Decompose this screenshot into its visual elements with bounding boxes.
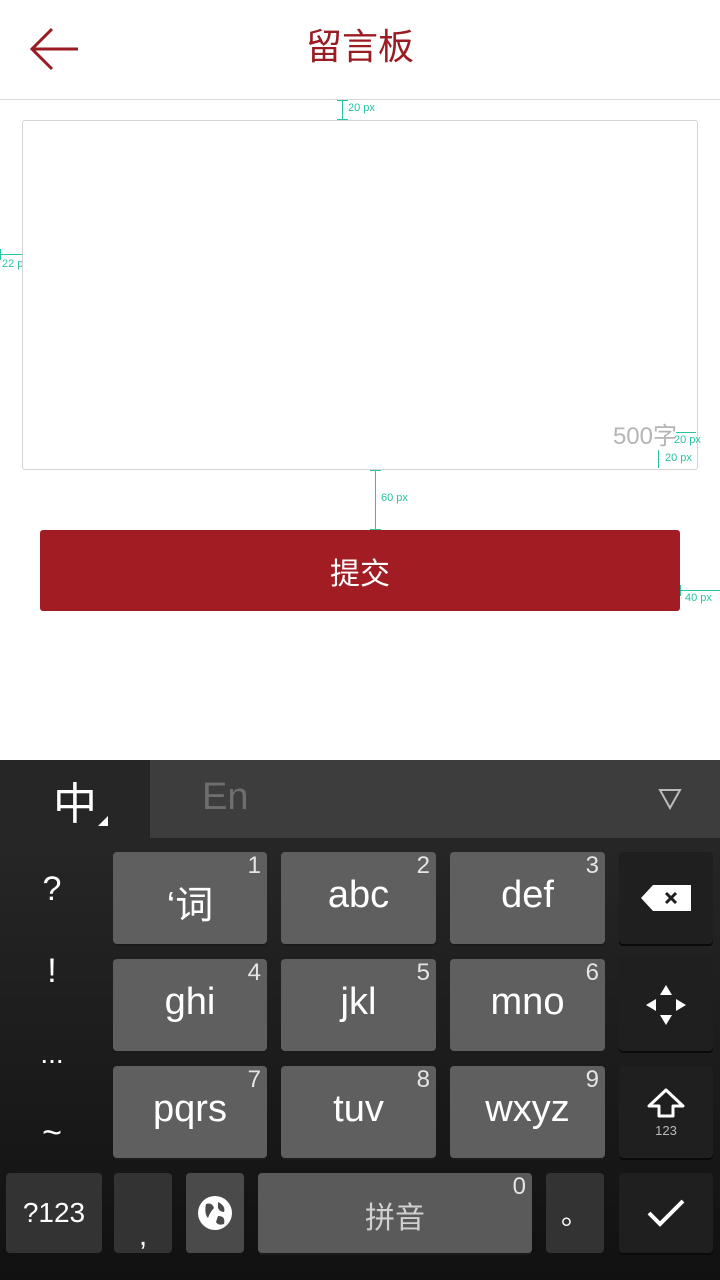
soft-keyboard: 中 En ? ! ... ~ ‘词 1 abc 2 def 3 ghi 4 jk… [0,760,720,1280]
keyboard-top-bar: 中 En [0,760,720,840]
symbol-exclamation[interactable]: ! [0,952,104,991]
expand-triangle-icon[interactable] [658,788,682,810]
symbol-question[interactable]: ? [0,870,104,909]
spacing-guide [370,470,381,471]
space-label: 拼音 [365,1202,425,1235]
checkmark-icon [647,1199,685,1227]
key-label: ‘词 [166,885,214,927]
key-number: 2 [416,852,430,879]
key-label: tuv [333,1088,384,1130]
key-number: 5 [416,959,430,986]
key-label: wxyz [485,1088,570,1130]
spacing-label: 40 px [685,592,712,604]
spacing-guide [676,432,696,433]
spacing-guide [680,585,681,596]
key-number: 6 [585,959,599,986]
move-arrows-icon [646,985,686,1025]
key-label: abc [327,874,390,916]
corner-triangle-icon [98,816,108,826]
submit-button[interactable]: 提交 [40,530,680,611]
space-key[interactable]: 拼音 0 [258,1173,532,1253]
app-header: 留言板 [0,0,720,100]
numbers-key[interactable]: ?123 [6,1173,102,1253]
spacing-guide [342,100,343,120]
spacing-label: 20 px [674,434,701,446]
spacing-guide [0,249,1,260]
key-2[interactable]: abc 2 [281,852,436,944]
spacing-label: 60 px [381,492,408,504]
key-number: 9 [585,1066,599,1093]
spacing-guide [0,254,22,255]
key-label: def [501,874,554,916]
lang-chinese-label: 中 [53,779,97,830]
shift-arrow-icon [647,1088,685,1117]
symbol-tilde[interactable]: ~ [0,1114,104,1153]
period-key[interactable]: 。 [546,1173,604,1253]
comma-key[interactable]: , [114,1173,172,1253]
key-number: 3 [585,852,599,879]
char-counter: 500字 [612,423,677,450]
backspace-icon [641,885,691,911]
spacing-guide [658,450,659,468]
key-5[interactable]: jkl 5 [281,959,436,1051]
key-9[interactable]: wxyz 9 [450,1066,605,1158]
spacing-guide [680,590,720,591]
spacing-guide [337,100,348,101]
key-1[interactable]: ‘词 1 [113,852,267,944]
key-number: 1 [247,852,261,879]
key-number: 8 [416,1066,430,1093]
key-3[interactable]: def 3 [450,852,605,944]
spacing-guide [375,470,376,530]
enter-key[interactable] [619,1173,713,1253]
cursor-move-key[interactable] [619,959,713,1051]
key-6[interactable]: mno 6 [450,959,605,1051]
lang-chinese-key[interactable]: 中 [0,760,150,840]
shift-sub-label: 123 [655,1122,677,1138]
key-label: mno [490,981,565,1023]
key-8[interactable]: tuv 8 [281,1066,436,1158]
page-title: 留言板 [305,27,414,68]
message-input[interactable]: 500字 [22,120,698,470]
backspace-key[interactable] [619,852,713,944]
candidate-bar: En [150,760,720,838]
spacing-label: 20 px [665,452,692,464]
spacing-label: 20 px [348,102,375,114]
language-key[interactable] [186,1173,244,1253]
lang-english-key[interactable]: En [202,776,248,819]
key-label: pqrs [153,1088,227,1130]
key-number: 4 [247,959,261,986]
key-number: 7 [247,1066,261,1093]
key-7[interactable]: pqrs 7 [113,1066,267,1158]
key-label: jkl [340,981,377,1023]
symbol-ellipsis[interactable]: ... [0,1038,104,1070]
key-number: 0 [512,1173,526,1200]
key-label: ghi [164,981,216,1023]
shift-key[interactable]: 123 [619,1066,713,1158]
key-4[interactable]: ghi 4 [113,959,267,1051]
globe-icon [198,1196,232,1230]
